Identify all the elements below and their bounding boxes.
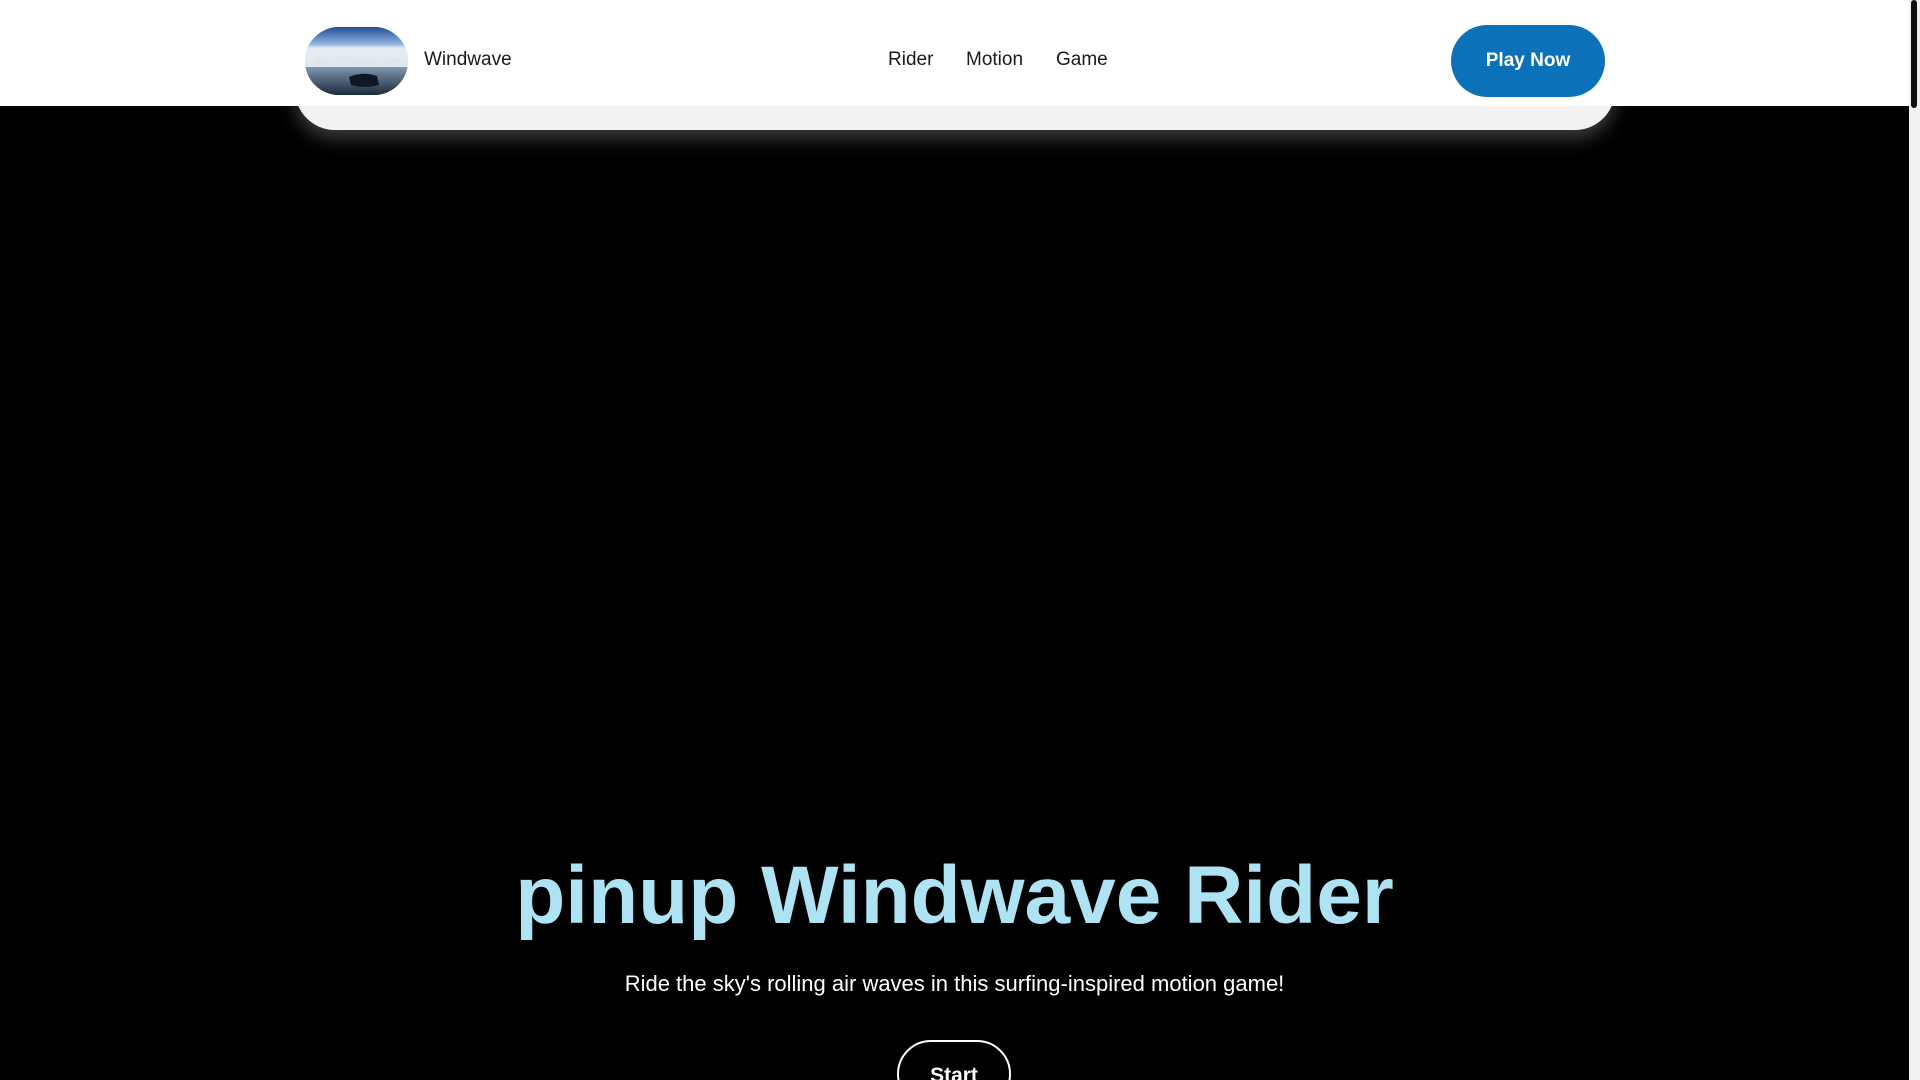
hero-title: pinup Windwave Rider <box>515 850 1394 941</box>
play-now-button[interactable]: Play Now <box>1451 25 1605 97</box>
site-header: Windwave Rider Motion Game Play Now <box>0 0 1909 106</box>
brand-name[interactable]: Windwave <box>424 48 512 72</box>
page: Windwave Rider Motion Game Play Now pinu… <box>0 0 1920 1080</box>
start-button[interactable]: Start <box>897 1040 1011 1080</box>
page-scrollbar[interactable] <box>1909 0 1920 1080</box>
nav-link-game[interactable]: Game <box>1056 48 1108 72</box>
nav-link-rider[interactable]: Rider <box>888 48 933 72</box>
nav-link-motion[interactable]: Motion <box>966 48 1023 72</box>
landscape-lake-icon <box>305 27 408 95</box>
logo-image[interactable] <box>305 27 408 95</box>
hero-subtitle: Ride the sky's rolling air waves in this… <box>624 971 1285 996</box>
scrollbar-thumb[interactable] <box>1911 0 1917 108</box>
